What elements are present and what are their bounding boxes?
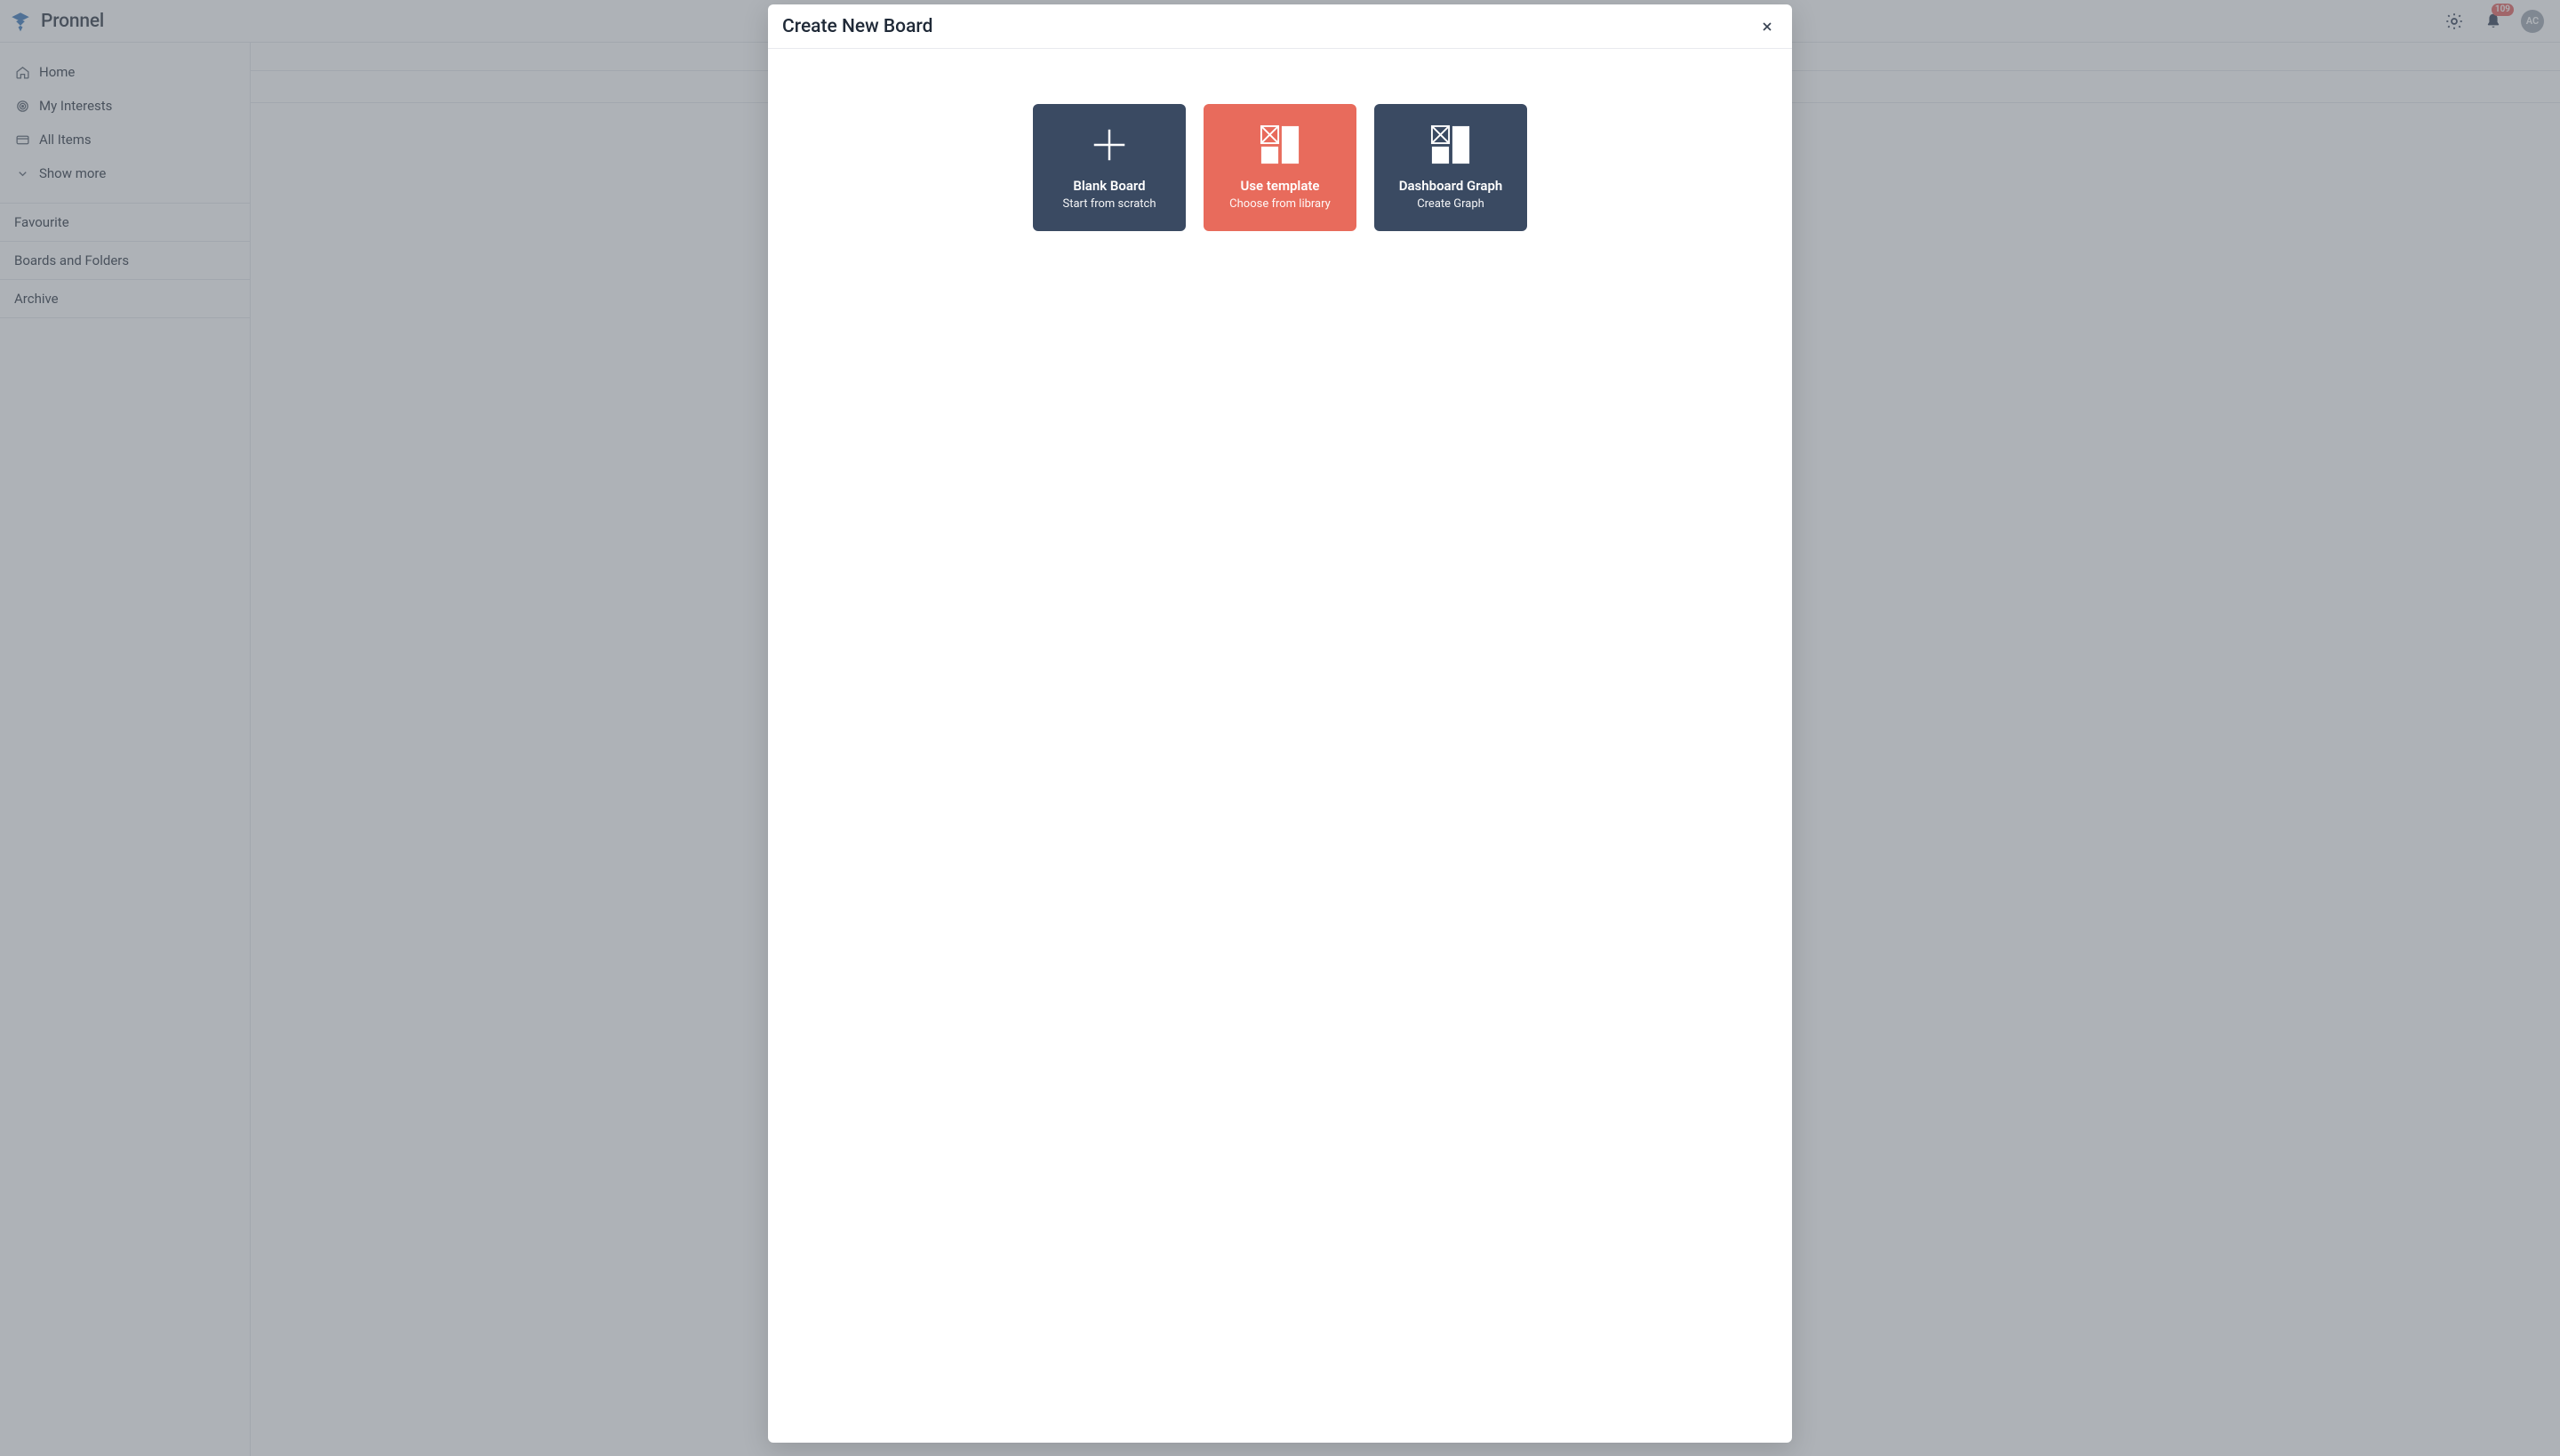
option-subtitle: Choose from library	[1229, 197, 1331, 211]
board-option-row: Blank Board Start from scratch Use templ…	[1033, 104, 1527, 231]
option-use-template[interactable]: Use template Choose from library	[1204, 104, 1356, 231]
plus-large-icon	[1089, 124, 1130, 165]
modal-title: Create New Board	[782, 16, 932, 37]
option-subtitle: Start from scratch	[1062, 197, 1156, 211]
option-blank-board[interactable]: Blank Board Start from scratch	[1033, 104, 1186, 231]
create-board-modal: Create New Board Blank Board	[768, 4, 1792, 1443]
modal-header: Create New Board	[768, 4, 1792, 49]
option-title: Dashboard Graph	[1399, 178, 1503, 194]
modal-overlay: Create New Board Blank Board	[0, 0, 2560, 1456]
option-subtitle: Create Graph	[1417, 197, 1484, 211]
modal-body: Blank Board Start from scratch Use templ…	[768, 49, 1792, 1443]
close-icon	[1760, 20, 1774, 34]
option-title: Blank Board	[1073, 178, 1145, 194]
option-title: Use template	[1240, 178, 1319, 194]
option-dashboard-graph[interactable]: Dashboard Graph Create Graph	[1374, 104, 1527, 231]
dashboard-grid-icon	[1430, 124, 1471, 165]
modal-close-button[interactable]	[1756, 16, 1778, 37]
template-grid-icon	[1260, 124, 1300, 165]
